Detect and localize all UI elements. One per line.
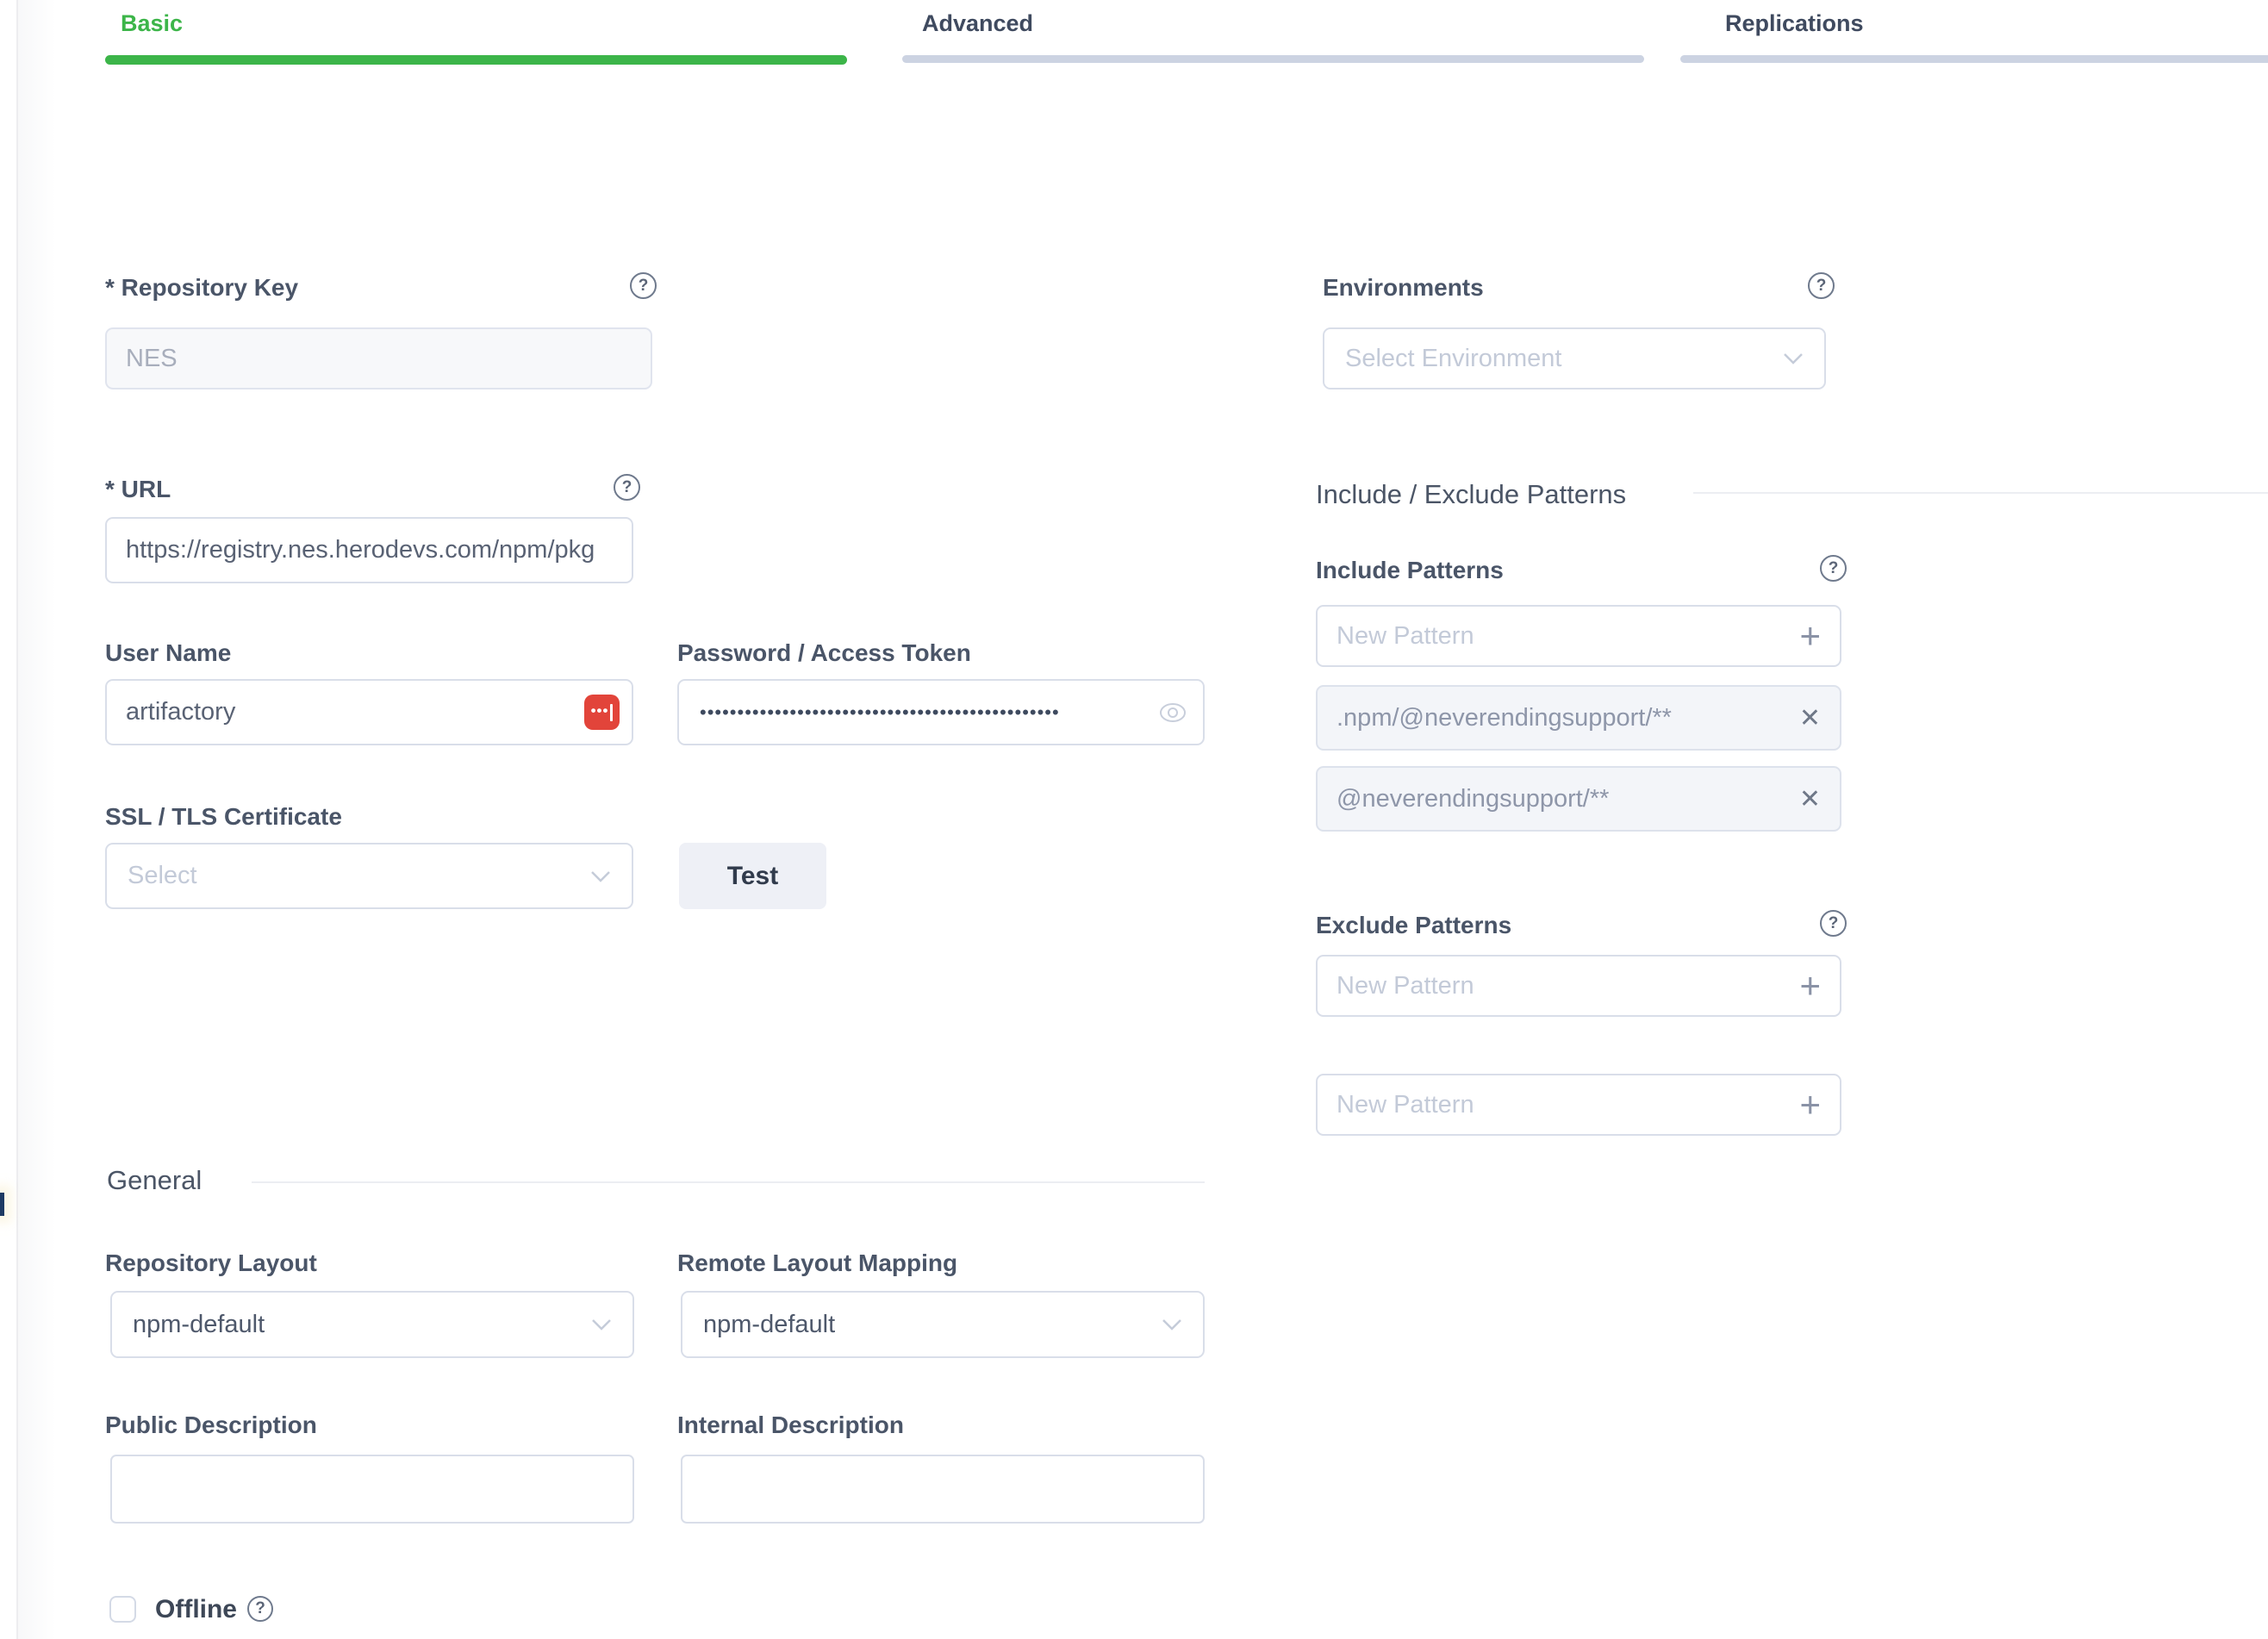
exclude-patterns-help-icon[interactable]: ? <box>1820 910 1847 937</box>
password-label: Password / Access Token <box>677 639 971 667</box>
user-name-label: User Name <box>105 639 231 667</box>
environments-placeholder: Select Environment <box>1345 345 1561 373</box>
tab-advanced-underline <box>902 55 1644 63</box>
include-pattern-value: .npm/@neverendingsupport/** <box>1336 704 1799 732</box>
chevron-down-icon <box>1783 352 1804 365</box>
exclude-patterns-label: Exclude Patterns <box>1316 912 1511 939</box>
user-name-input[interactable] <box>105 679 633 745</box>
include-pattern-item: @neverendingsupport/** ✕ <box>1316 766 1841 832</box>
include-patterns-label: Include Patterns <box>1316 557 1504 584</box>
password-manager-autofill-icon[interactable]: ••• <box>584 695 620 730</box>
chevron-down-icon <box>590 870 611 882</box>
offline-checkbox[interactable] <box>109 1596 136 1623</box>
add-include-pattern-icon[interactable]: + <box>1799 618 1821 654</box>
repository-layout-select[interactable]: npm-default <box>110 1291 634 1358</box>
repository-key-input[interactable] <box>105 327 652 389</box>
exclude-new-pattern-field[interactable]: + <box>1316 1074 1841 1136</box>
offline-help-icon[interactable]: ? <box>247 1596 273 1622</box>
tab-basic-underline <box>105 55 847 65</box>
ssl-certificate-label: SSL / TLS Certificate <box>105 803 342 831</box>
public-description-textarea[interactable] <box>110 1455 634 1524</box>
exclude-new-pattern-field[interactable]: + <box>1316 955 1841 1017</box>
remove-pattern-icon[interactable]: ✕ <box>1799 784 1821 814</box>
internal-description-label: Internal Description <box>677 1412 904 1439</box>
repository-key-label: * Repository Key <box>105 274 298 302</box>
repository-layout-label: Repository Layout <box>105 1250 317 1277</box>
repository-key-help-icon[interactable]: ? <box>630 272 657 299</box>
exclude-new-pattern-input[interactable] <box>1336 972 1799 1000</box>
test-button[interactable]: Test <box>679 843 826 909</box>
url-input[interactable] <box>105 517 633 583</box>
add-exclude-pattern-icon[interactable]: + <box>1799 1087 1821 1123</box>
general-section-title: General <box>107 1165 202 1196</box>
ssl-certificate-select[interactable]: Select <box>105 843 633 909</box>
public-description-label: Public Description <box>105 1412 317 1439</box>
include-pattern-item: .npm/@neverendingsupport/** ✕ <box>1316 685 1841 751</box>
include-pattern-value: @neverendingsupport/** <box>1336 785 1799 813</box>
exclude-new-pattern-input[interactable] <box>1336 1091 1799 1119</box>
environments-label: Environments <box>1323 274 1484 302</box>
password-masked-value: ••••••••••••••••••••••••••••••••••••••••… <box>700 701 1150 724</box>
remove-pattern-icon[interactable]: ✕ <box>1799 703 1821 733</box>
chevron-down-icon <box>591 1318 612 1331</box>
chevron-down-icon <box>1162 1318 1182 1331</box>
remote-layout-mapping-label: Remote Layout Mapping <box>677 1250 957 1277</box>
environments-help-icon[interactable]: ? <box>1808 272 1835 299</box>
password-input[interactable]: ••••••••••••••••••••••••••••••••••••••••… <box>677 679 1205 745</box>
include-new-pattern-field[interactable]: + <box>1316 605 1841 667</box>
repository-layout-value: npm-default <box>133 1311 265 1339</box>
include-patterns-help-icon[interactable]: ? <box>1820 555 1847 582</box>
remote-layout-mapping-value: npm-default <box>703 1311 835 1339</box>
url-help-icon[interactable]: ? <box>614 474 640 501</box>
include-new-pattern-input[interactable] <box>1336 622 1799 651</box>
panel-edge-shadow <box>18 0 56 1639</box>
sidebar-focus-marker <box>0 1193 4 1216</box>
url-label: * URL <box>105 476 171 503</box>
tab-replications-underline <box>1680 55 2268 63</box>
add-exclude-pattern-icon[interactable]: + <box>1799 968 1821 1004</box>
internal-description-textarea[interactable] <box>681 1455 1205 1524</box>
environments-select[interactable]: Select Environment <box>1323 327 1826 389</box>
ssl-certificate-placeholder: Select <box>128 862 197 890</box>
offline-label: Offline <box>155 1595 237 1624</box>
eye-icon[interactable] <box>1158 701 1187 724</box>
general-section-divider <box>252 1181 1205 1183</box>
tab-replications[interactable]: Replications <box>1725 10 1864 37</box>
tab-advanced[interactable]: Advanced <box>922 10 1033 37</box>
patterns-section-divider <box>1693 492 2268 494</box>
remote-layout-mapping-select[interactable]: npm-default <box>681 1291 1205 1358</box>
tab-basic[interactable]: Basic <box>121 10 183 37</box>
patterns-section-title: Include / Exclude Patterns <box>1316 479 1626 510</box>
